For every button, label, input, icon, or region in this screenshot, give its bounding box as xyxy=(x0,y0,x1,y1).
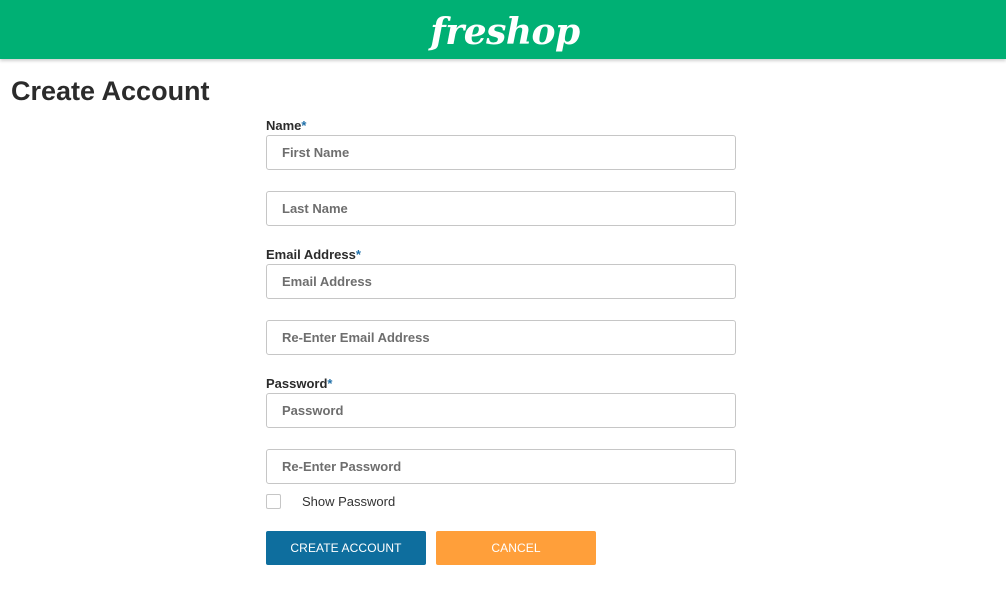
cancel-button[interactable]: CANCEL xyxy=(436,531,596,565)
name-label-text: Name xyxy=(266,118,302,133)
required-marker: * xyxy=(355,247,361,262)
top-header: freshop xyxy=(0,0,1006,59)
confirm-email-input[interactable] xyxy=(266,320,736,355)
password-input[interactable] xyxy=(266,393,736,428)
last-name-input[interactable] xyxy=(266,191,736,226)
password-label: Password* xyxy=(266,376,332,391)
first-name-input[interactable] xyxy=(266,135,736,170)
page-title: Create Account xyxy=(11,76,210,106)
confirm-password-input[interactable] xyxy=(266,449,736,484)
freshop-logo[interactable]: freshop xyxy=(430,11,580,53)
show-password-checkbox[interactable] xyxy=(266,494,281,509)
email-label-text: Email Address xyxy=(266,247,356,262)
password-label-text: Password xyxy=(266,376,328,391)
email-input[interactable] xyxy=(266,264,736,299)
email-label: Email Address* xyxy=(266,247,361,262)
create-account-button[interactable]: CREATE ACCOUNT xyxy=(266,531,426,565)
show-password-label[interactable]: Show Password xyxy=(302,494,395,509)
name-label: Name* xyxy=(266,118,306,133)
required-marker: * xyxy=(301,118,307,133)
required-marker: * xyxy=(327,376,333,391)
